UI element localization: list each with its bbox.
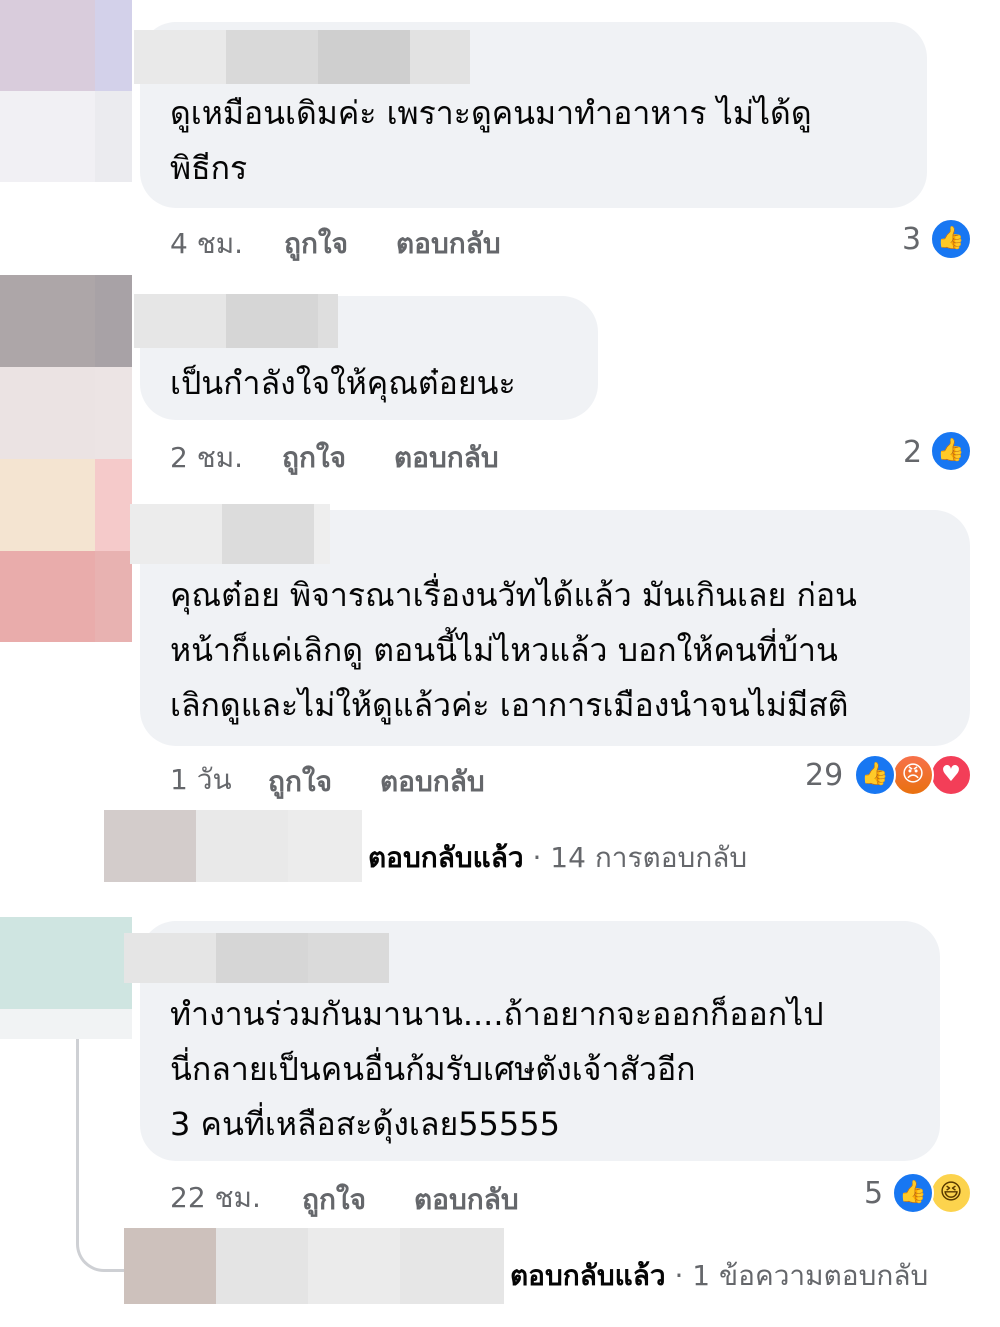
- haha-icon[interactable]: 😆: [930, 1172, 972, 1214]
- avatar[interactable]: [0, 917, 132, 1039]
- like-icon[interactable]: 👍: [854, 754, 896, 796]
- reply-avatar-blurred[interactable]: [124, 1228, 504, 1304]
- replied-label: ตอบกลับแล้ว: [368, 841, 524, 874]
- comment-timestamp[interactable]: 2 ชม.: [170, 436, 243, 480]
- like-button[interactable]: ถูกใจ: [282, 436, 346, 480]
- comment-timestamp[interactable]: 1 วัน: [170, 758, 232, 802]
- view-replies-link[interactable]: ตอบกลับแล้ว · 1 ข้อความตอบกลับ: [510, 1254, 928, 1298]
- comment-timestamp[interactable]: 4 ชม.: [170, 222, 243, 266]
- view-replies-link[interactable]: ตอบกลับแล้ว · 14 การตอบกลับ: [368, 836, 747, 880]
- reaction-count[interactable]: 3: [902, 222, 921, 257]
- like-button[interactable]: ถูกใจ: [284, 222, 348, 266]
- replied-label: ตอบกลับแล้ว: [510, 1259, 666, 1292]
- like-button[interactable]: ถูกใจ: [268, 760, 332, 804]
- reply-button[interactable]: ตอบกลับ: [380, 760, 485, 804]
- love-icon[interactable]: ♥: [930, 754, 972, 796]
- reply-avatar-blurred[interactable]: [104, 810, 362, 882]
- reaction-count[interactable]: 5: [864, 1176, 883, 1211]
- reply-count: · 14 การตอบกลับ: [532, 841, 748, 874]
- comment-text: เป็นกำลังใจให้คุณต๋อยนะ: [170, 364, 516, 402]
- like-button[interactable]: ถูกใจ: [302, 1178, 366, 1222]
- avatar[interactable]: [0, 0, 132, 182]
- avatar[interactable]: [0, 275, 132, 642]
- like-icon[interactable]: 👍: [930, 430, 972, 472]
- commenter-name-blurred[interactable]: [134, 294, 338, 348]
- commenter-name-blurred[interactable]: [134, 30, 470, 84]
- commenter-name-blurred[interactable]: [130, 504, 330, 564]
- reply-button[interactable]: ตอบกลับ: [414, 1178, 519, 1222]
- comment-text: ดูเหมือนเดิมค่ะ เพราะดูคนมาทำอาหาร ไม่ได…: [170, 94, 812, 187]
- reaction-count[interactable]: 2: [903, 435, 922, 470]
- comment-text: ทำงานร่วมกันมานาน....ถ้าอยากจะออกก็ออกไป…: [170, 995, 824, 1143]
- commenter-name-blurred[interactable]: [124, 933, 389, 983]
- thread-connector: [76, 1039, 127, 1272]
- reply-button[interactable]: ตอบกลับ: [394, 436, 499, 480]
- angry-icon[interactable]: 😠: [892, 754, 934, 796]
- comment-timestamp[interactable]: 22 ชม.: [170, 1176, 261, 1220]
- comment-text: คุณต๋อย พิจารณาเรื่องนวัทได้แล้ว มันเกิน…: [170, 576, 857, 724]
- like-icon[interactable]: 👍: [930, 218, 972, 260]
- reply-count: · 1 ข้อความตอบกลับ: [674, 1259, 929, 1292]
- reply-button[interactable]: ตอบกลับ: [396, 222, 501, 266]
- reaction-count[interactable]: 29: [805, 758, 843, 793]
- like-icon[interactable]: 👍: [892, 1172, 934, 1214]
